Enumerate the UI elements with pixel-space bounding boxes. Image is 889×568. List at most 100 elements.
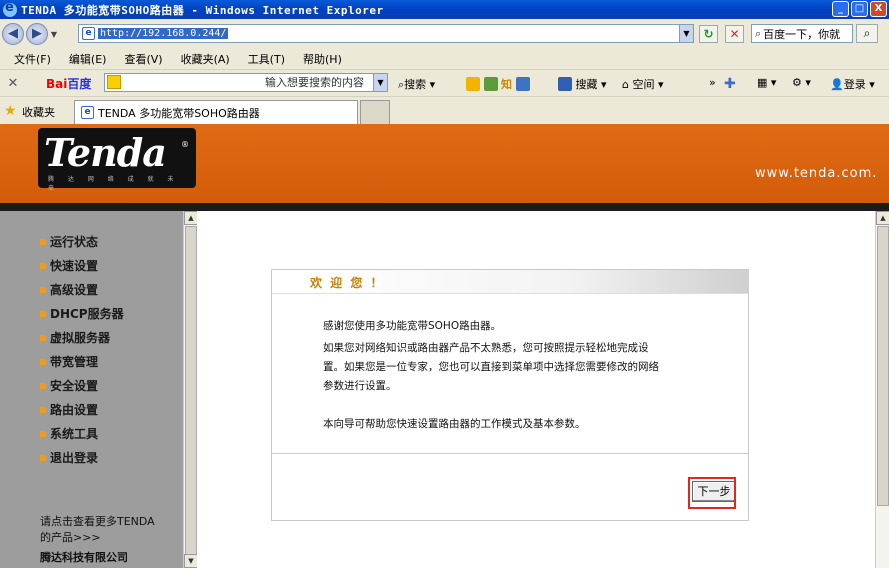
baidu-logo-cn: 百度 <box>67 76 92 91</box>
baidu-logo[interactable]: Bai百度 <box>46 75 91 92</box>
menu-favorites[interactable]: 收藏夹(A) <box>181 51 230 67</box>
menu-view[interactable]: 查看(V) <box>124 51 162 67</box>
toolbar-icons: 知 <box>466 76 530 92</box>
baidu-search-placeholder: 输入想要搜索的内容 <box>265 76 364 89</box>
page-scrollbar[interactable]: ▲ <box>875 211 889 568</box>
next-button[interactable]: 下一步 <box>692 481 736 502</box>
soucang-label: 搜藏 <box>575 78 598 91</box>
wizard-title: 欢 迎 您 ！ <box>310 276 385 290</box>
menu-bar: 文件(F) 编辑(E) 查看(V) 收藏夹(A) 工具(T) 帮助(H) <box>0 49 889 69</box>
page-icon: e <box>82 27 95 40</box>
address-bar[interactable]: e http://192.168.0.244/ ▼ <box>78 24 694 43</box>
sidebar-item-dhcp[interactable]: DHCP服务器 <box>40 305 124 322</box>
baidu-search-button[interactable]: ⌕搜索 ▾ <box>398 76 435 92</box>
back-button[interactable]: ◀ <box>2 23 24 45</box>
page-viewport: Tenda ® 腾 达 网 络 成 就 未 来 www.tenda.com. 运… <box>0 124 889 568</box>
more-products-link-2[interactable]: 的产品>>> <box>40 529 101 545</box>
space-label: 空间 <box>632 78 655 91</box>
wizard-intro: 感谢您使用多功能宽带SOHO路由器。 <box>323 320 502 332</box>
layout-icon[interactable]: ▦ ▾ <box>757 76 776 89</box>
toolbar-close-icon[interactable]: ✕ <box>6 76 20 91</box>
image-icon[interactable] <box>483 77 498 91</box>
ie-logo-icon <box>3 0 17 17</box>
baidu-dropdown-icon[interactable]: ▼ <box>373 74 387 91</box>
new-tab-button[interactable] <box>360 100 390 124</box>
star-icon[interactable]: ★ <box>4 103 17 119</box>
wizard-text-4: 本向导可帮助您快速设置路由器的工作模式及基本参数。 <box>323 418 586 430</box>
minimize-button[interactable]: _ <box>832 1 849 17</box>
add-icon[interactable]: ✚ <box>724 76 736 92</box>
menu-edit[interactable]: 编辑(E) <box>69 51 107 67</box>
user-icon: 👤 <box>830 78 844 91</box>
maximize-button[interactable]: □ <box>851 1 868 17</box>
paw-icon <box>107 75 121 89</box>
history-dropdown-icon[interactable]: ▼ <box>48 30 60 39</box>
sidebar-item-logout[interactable]: 退出登录 <box>40 449 98 466</box>
scroll-thumb[interactable] <box>877 226 889 506</box>
menu-file[interactable]: 文件(F) <box>14 51 51 67</box>
window-title: TENDA 多功能宽带SOHO路由器 - Windows Internet Ex… <box>21 3 384 17</box>
baidu-toolbar: ✕ Bai百度 输入想要搜索的内容 ▼ ⌕搜索 ▾ 知 搜藏 ▾ ⌂ 空间 ▾ … <box>0 69 889 96</box>
login-button[interactable]: 👤登录 ▾ <box>830 76 875 92</box>
toolbar-more-button[interactable]: » <box>709 76 716 89</box>
sidebar-scrollbar[interactable]: ▲ ▼ <box>183 211 198 568</box>
search-go-button[interactable]: ⌕ <box>856 24 878 43</box>
baidu-logo-latin: Bai <box>46 76 68 91</box>
tab-title: TENDA 多功能宽带SOHO路由器 <box>98 106 260 120</box>
wizard-separator <box>272 453 748 454</box>
wizard-text-3: 参数进行设置。 <box>323 380 397 392</box>
wizard-text-2: 置。如果您是一位专家，您也可以直接到菜单项中选择您需要修改的网络 <box>323 361 659 373</box>
space-button[interactable]: ⌂ 空间 ▾ <box>622 76 664 92</box>
sidebar-item-security[interactable]: 安全设置 <box>40 377 98 394</box>
close-button[interactable]: X <box>870 1 887 17</box>
address-dropdown-icon[interactable]: ▼ <box>679 25 693 42</box>
logo-slogan: 腾 达 网 络 成 就 未 来 <box>48 176 180 192</box>
url-field[interactable]: http://192.168.0.244/ <box>98 28 229 39</box>
menu-tools[interactable]: 工具(T) <box>248 51 285 67</box>
stop-button[interactable]: ✕ <box>725 25 744 43</box>
company-name: 腾达科技有限公司 <box>40 551 128 564</box>
zhidao-button[interactable]: 知 <box>501 78 512 91</box>
search-icon: ⌕ <box>755 26 762 40</box>
wizard-text-1: 如果您对网络知识或路由器产品不太熟悉，您可按照提示轻松地完成设 <box>323 342 649 354</box>
site-url: www.tenda.com. <box>755 166 878 181</box>
refresh-button[interactable]: ↻ <box>699 25 718 43</box>
logo-text: Tenda <box>44 130 167 175</box>
login-label: 登录 <box>843 78 866 91</box>
forward-button[interactable]: ▶ <box>26 23 48 45</box>
address-row: ◀ ▶ ▼ e http://192.168.0.244/ ▼ ↻ ✕ ⌕ 百度… <box>0 19 889 49</box>
brush-icon[interactable] <box>466 77 480 91</box>
scroll-up-icon[interactable]: ▲ <box>184 211 198 225</box>
wizard-header-line <box>272 293 748 294</box>
bookmark-icon <box>558 77 572 91</box>
soucang-button[interactable]: 搜藏 ▾ <box>558 76 607 92</box>
baidu-search-label: 搜索 <box>404 78 427 91</box>
favorites-bar: ★ 收藏夹 e TENDA 多功能宽带SOHO路由器 <box>0 96 889 124</box>
window-controls: _ □ X <box>832 1 887 17</box>
sidebar-item-advanced[interactable]: 高级设置 <box>40 281 98 298</box>
scroll-down-icon[interactable]: ▼ <box>184 554 198 568</box>
more-products-link[interactable]: 请点击查看更多TENDA <box>40 513 155 529</box>
gear-icon[interactable]: ⚙ ▾ <box>792 76 811 89</box>
sidebar-item-routing[interactable]: 路由设置 <box>40 401 98 418</box>
sidebar-item-status[interactable]: 运行状态 <box>40 233 98 250</box>
baidu-search-input[interactable]: 输入想要搜索的内容 ▼ <box>104 73 388 92</box>
browser-tab[interactable]: e TENDA 多功能宽带SOHO路由器 <box>74 100 358 124</box>
window-title-bar: TENDA 多功能宽带SOHO路由器 - Windows Internet Ex… <box>0 0 889 19</box>
sidebar-item-virtual-server[interactable]: 虚拟服务器 <box>40 329 110 346</box>
sidebar-menu: 运行状态 快速设置 高级设置 DHCP服务器 虚拟服务器 带宽管理 安全设置 路… <box>0 211 183 568</box>
sidebar-item-bandwidth[interactable]: 带宽管理 <box>40 353 98 370</box>
setup-wizard-panel: 欢 迎 您 ！ 感谢您使用多功能宽带SOHO路由器。 如果您对网络知识或路由器产… <box>271 269 749 521</box>
sidebar-item-system-tools[interactable]: 系统工具 <box>40 425 98 442</box>
search-input[interactable]: ⌕ 百度一下，你就 <box>751 24 853 43</box>
home-icon: ⌂ <box>622 78 629 91</box>
scroll-up-icon[interactable]: ▲ <box>876 211 889 225</box>
main-content: 欢 迎 您 ！ 感谢您使用多功能宽带SOHO路由器。 如果您对网络知识或路由器产… <box>197 211 875 568</box>
sidebar-item-quick-setup[interactable]: 快速设置 <box>40 257 98 274</box>
grid-icon[interactable] <box>515 77 530 91</box>
scroll-thumb[interactable] <box>185 226 197 556</box>
favorites-button[interactable]: 收藏夹 <box>22 104 55 120</box>
menu-help[interactable]: 帮助(H) <box>303 51 342 67</box>
wizard-header: 欢 迎 您 ！ <box>299 270 749 293</box>
header-banner: Tenda ® 腾 达 网 络 成 就 未 来 www.tenda.com. <box>0 124 889 203</box>
